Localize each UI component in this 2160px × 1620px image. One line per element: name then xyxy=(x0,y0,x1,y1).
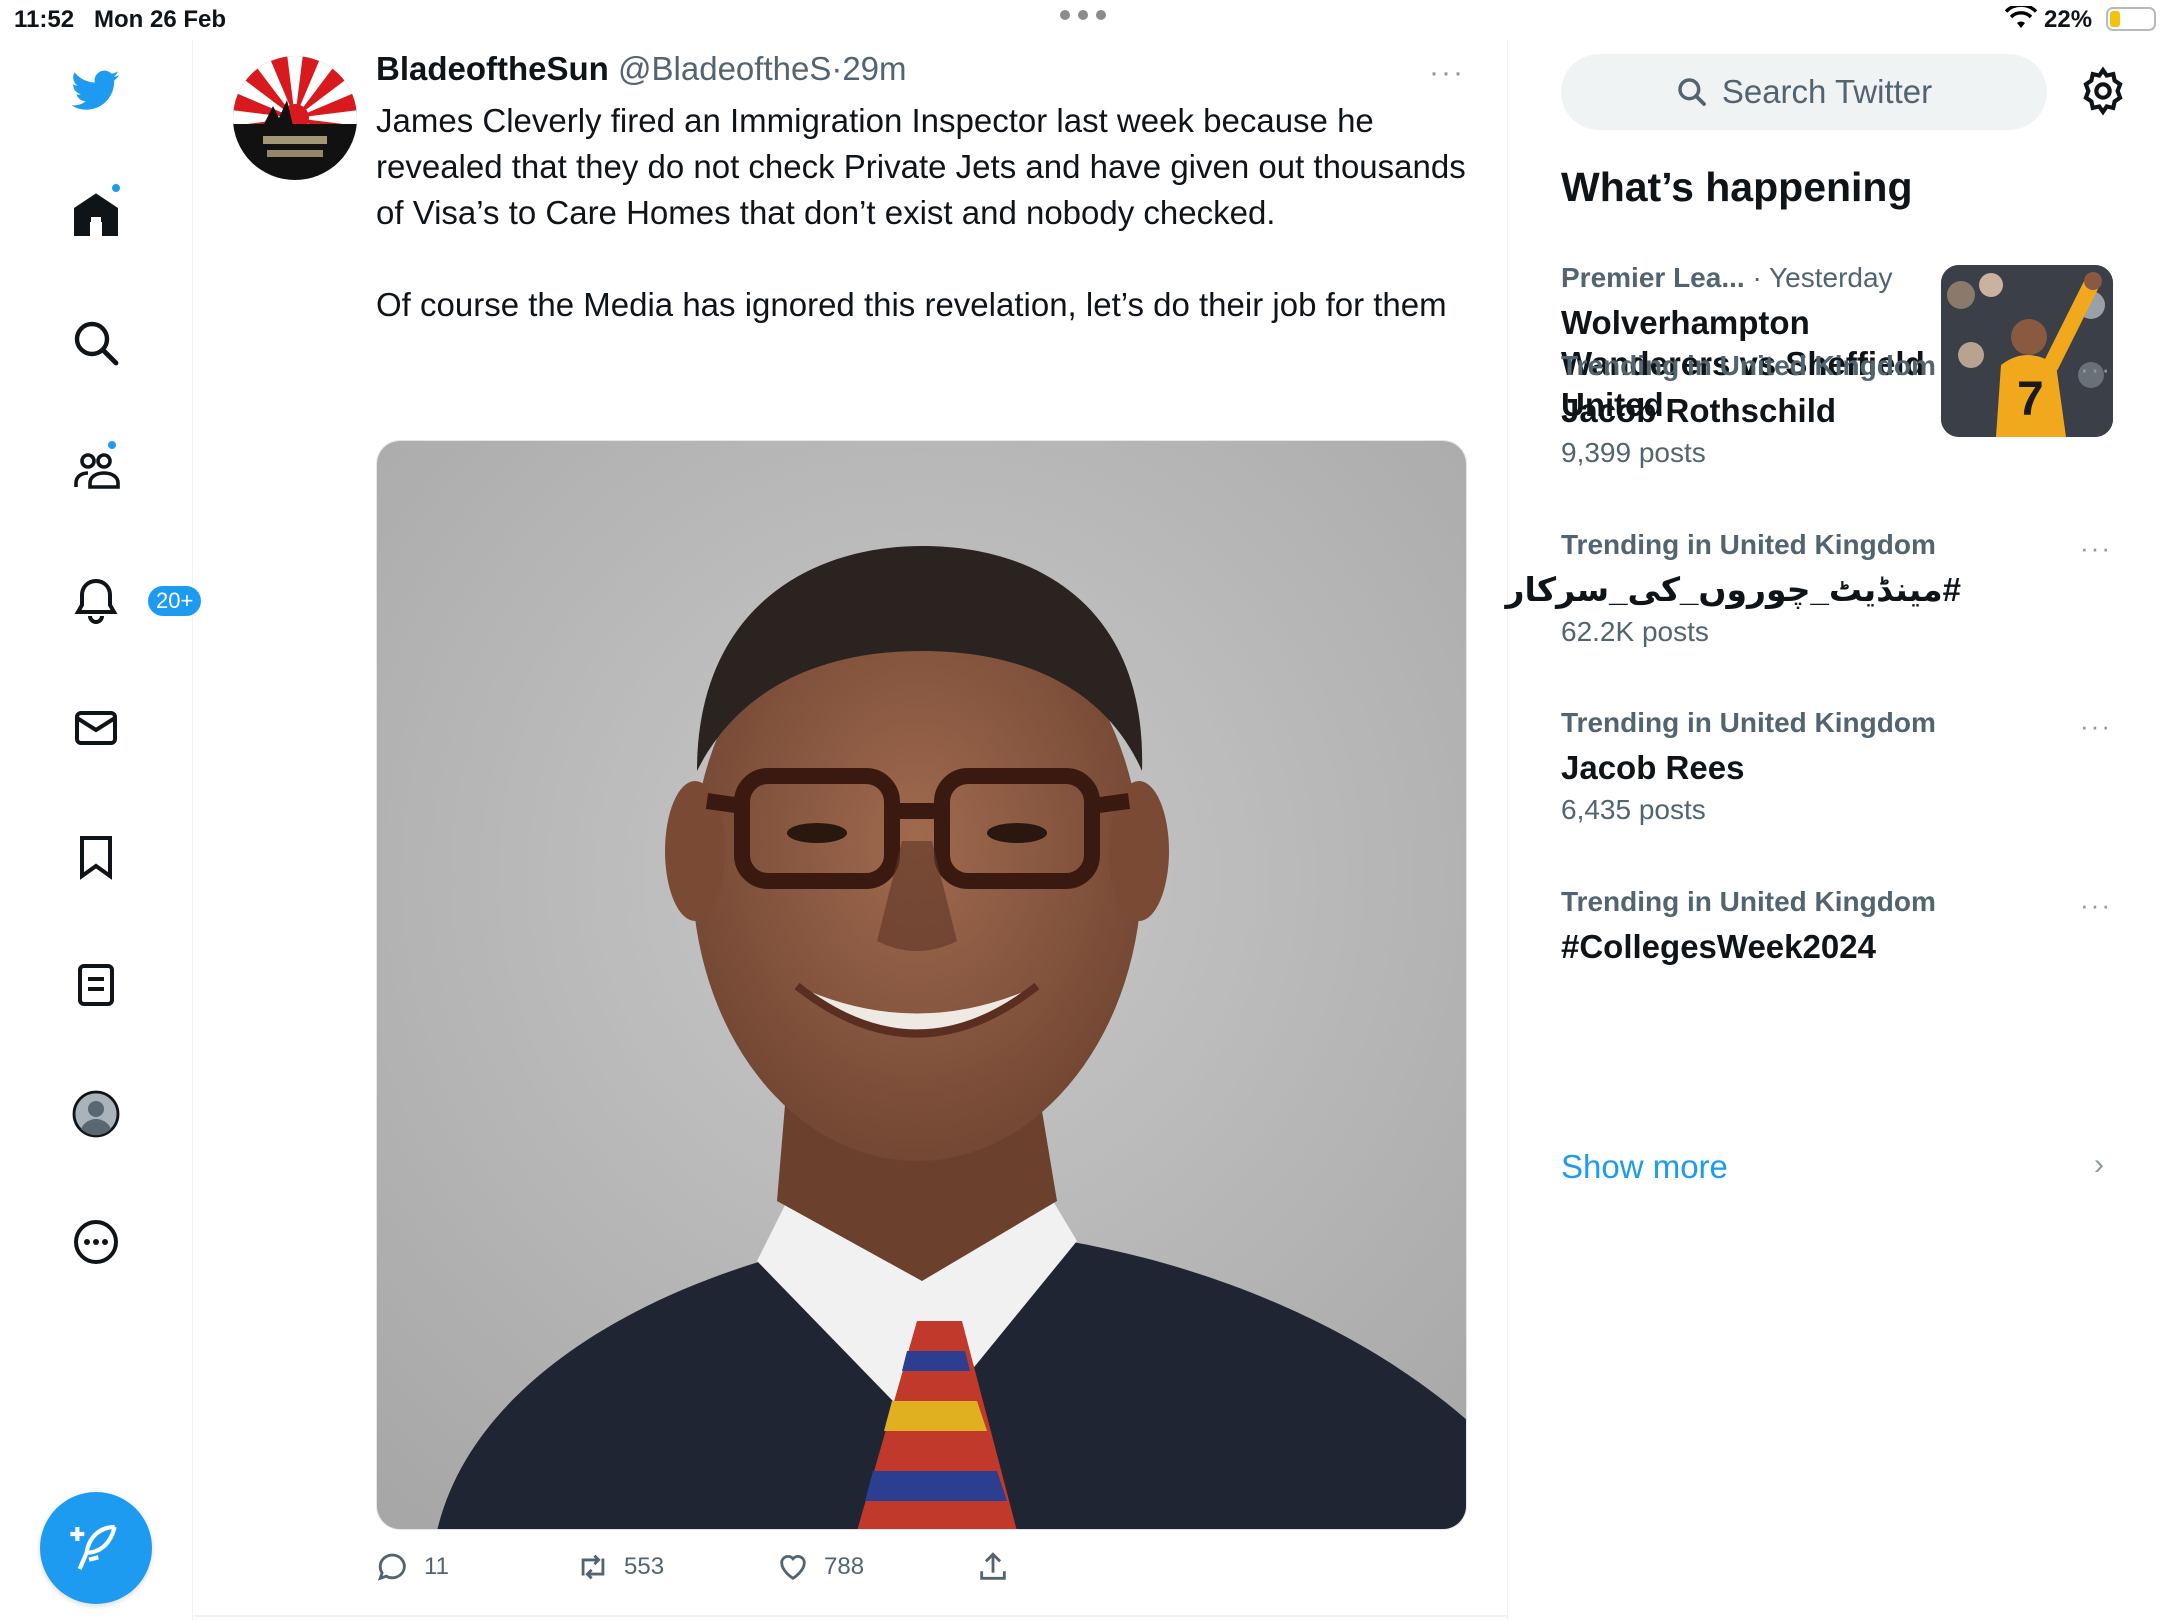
trend-item[interactable]: Trending in United Kingdom Jacob Rothsch… xyxy=(1561,350,2121,469)
heart-icon xyxy=(780,1555,806,1581)
trend-more-button[interactable]: ··· xyxy=(2080,890,2112,921)
battery-icon xyxy=(2106,7,2156,31)
search-placeholder: Search Twitter xyxy=(1721,73,1933,110)
header-separator: · xyxy=(831,50,843,87)
tweet-more-button[interactable]: ··· xyxy=(1429,56,1465,90)
trend-context: Trending in United Kingdom xyxy=(1561,707,1936,738)
trend-count: 62.2K posts xyxy=(1561,616,1709,647)
trend-title: Jacob Rothschild xyxy=(1561,392,1837,429)
trend-count: 9,399 posts xyxy=(1561,437,1706,468)
lists-icon[interactable] xyxy=(56,945,136,1025)
divider xyxy=(193,1615,1508,1617)
messages-icon[interactable] xyxy=(56,688,136,768)
trend-title: Jacob Rees xyxy=(1561,749,1745,786)
tweet-time[interactable]: 29m xyxy=(842,50,906,87)
bookmarks-icon[interactable] xyxy=(56,817,136,897)
trend-context: Trending in United Kingdom xyxy=(1561,350,1936,381)
retweet-count: 553 xyxy=(624,1553,665,1580)
tweet-header: BladeoftheSun @BladeoftheS·29m xyxy=(376,50,907,88)
share-button[interactable] xyxy=(976,1550,1010,1584)
retweet-icon xyxy=(581,1554,605,1580)
right-sidebar: Search Twitter What’s happening Premier … xyxy=(1505,40,2160,1620)
tweet-image[interactable] xyxy=(376,440,1467,1530)
like-button[interactable]: 788 xyxy=(776,1550,864,1584)
trend-item[interactable]: Trending in United Kingdom #CollegesWeek… xyxy=(1561,886,2121,967)
status-date: Mon 26 Feb xyxy=(94,6,227,33)
wifi-icon xyxy=(2005,6,2037,28)
status-bar: 11:52 Mon 26 Feb 22% xyxy=(0,0,2160,40)
home-notification-dot xyxy=(110,182,122,194)
tweet-actions: 11 553 788 xyxy=(376,1550,1076,1600)
tweet-text: James Cleverly fired an Immigration Insp… xyxy=(376,102,1466,323)
notifications-icon[interactable]: 20+ xyxy=(56,560,204,640)
reply-icon xyxy=(377,1553,406,1581)
multitasking-dots-icon[interactable] xyxy=(1060,10,1106,24)
trend-more-button[interactable]: ··· xyxy=(2080,711,2112,742)
search-icon xyxy=(1678,78,1706,106)
trend-context: Trending in United Kingdom xyxy=(1561,529,1936,560)
trend-count: 6,435 posts xyxy=(1561,794,1706,825)
trend-item[interactable]: Trending in United Kingdom #مینڈیٹ_چوروں… xyxy=(1505,529,2121,648)
gear-icon[interactable] xyxy=(2078,66,2128,116)
reply-count: 11 xyxy=(424,1553,449,1580)
tweet-detail: BladeoftheSun @BladeoftheS·29m ··· James… xyxy=(193,40,1508,1620)
trend-context: Trending in United Kingdom xyxy=(1561,886,1936,917)
search-icon[interactable] xyxy=(56,303,136,383)
search-bar[interactable]: Search Twitter xyxy=(1561,54,2047,130)
author-name[interactable]: BladeoftheSun xyxy=(376,50,609,87)
communities-notification-dot xyxy=(106,439,118,451)
twitter-bird-icon[interactable] xyxy=(56,50,136,130)
reply-button[interactable]: 11 xyxy=(376,1550,449,1584)
compose-feather-icon xyxy=(70,1524,117,1570)
like-count: 788 xyxy=(824,1553,865,1580)
author-avatar[interactable] xyxy=(233,56,357,180)
share-icon xyxy=(980,1552,1006,1580)
status-time: 11:52 xyxy=(14,6,75,33)
chevron-right-icon: › xyxy=(2094,1148,2104,1181)
communities-icon[interactable] xyxy=(56,431,136,511)
author-handle[interactable]: @BladeoftheS xyxy=(618,50,831,87)
trend-title: #مینڈیٹ_چوروں_کی_سرکار xyxy=(1505,571,1961,608)
home-icon[interactable] xyxy=(56,174,136,254)
compose-button[interactable] xyxy=(40,1492,152,1604)
featured-category: Premier Lea... xyxy=(1561,262,1745,293)
more-icon[interactable] xyxy=(56,1202,136,1282)
profile-icon[interactable] xyxy=(56,1074,136,1154)
trend-title: #CollegesWeek2024 xyxy=(1561,928,1876,965)
trend-more-button[interactable]: ··· xyxy=(2080,533,2112,564)
featured-time: · Yesterday xyxy=(1752,262,1893,293)
trend-more-button[interactable]: ··· xyxy=(2080,354,2112,385)
battery-percentage: 22% xyxy=(2044,6,2093,33)
whats-happening-heading: What’s happening xyxy=(1561,164,1913,210)
left-nav: 20+ xyxy=(0,40,204,1620)
show-more-link[interactable]: Show more xyxy=(1561,1148,1728,1186)
trend-item[interactable]: Trending in United Kingdom Jacob Rees 6,… xyxy=(1561,707,2121,826)
retweet-button[interactable]: 553 xyxy=(576,1550,664,1584)
